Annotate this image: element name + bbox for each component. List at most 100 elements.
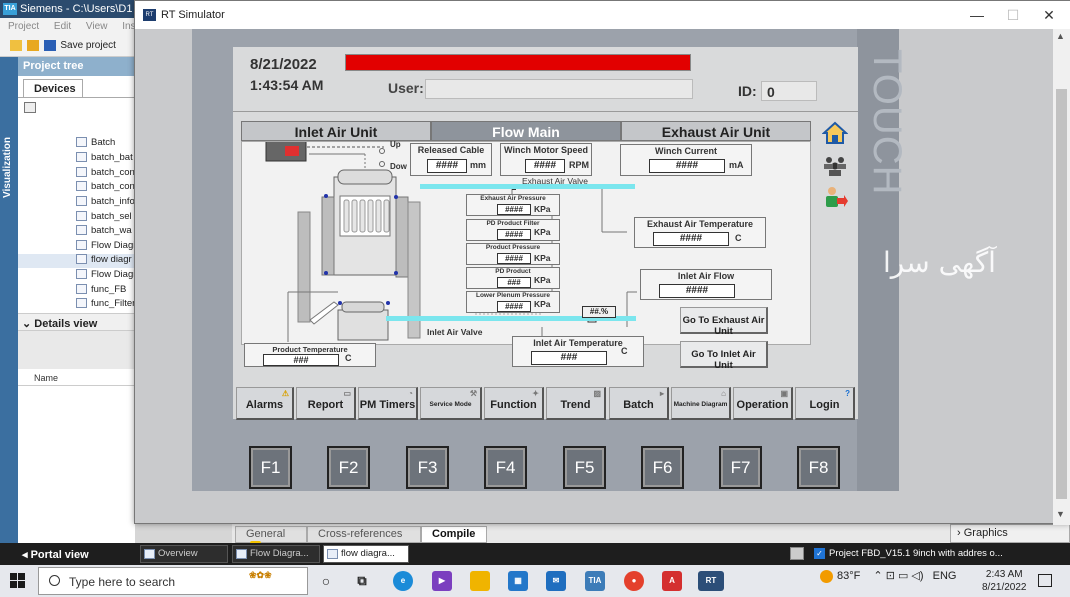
taskbar-search-input[interactable]: Type here to search ❀✿❀ bbox=[38, 567, 308, 595]
tab-flow-main[interactable]: Flow Main bbox=[431, 121, 621, 141]
tab-cross-references[interactable]: Cross-references bbox=[307, 526, 421, 543]
tree-item[interactable]: batch_con bbox=[76, 167, 135, 181]
tab-exhaust-air-unit[interactable]: Exhaust Air Unit bbox=[621, 121, 811, 141]
tab-inlet-air-unit[interactable]: Inlet Air Unit bbox=[241, 121, 431, 141]
devices-tab[interactable]: Devices bbox=[23, 79, 83, 98]
tree-item[interactable]: batch_con bbox=[76, 181, 135, 195]
cortana-icon[interactable]: ○ bbox=[316, 571, 336, 591]
operation-button[interactable]: Operation ▣ bbox=[733, 387, 793, 420]
tree-item[interactable]: batch_wa bbox=[76, 225, 132, 239]
f1-key[interactable]: F1 bbox=[249, 446, 292, 489]
tree-item-selected[interactable]: flow diagr bbox=[18, 254, 135, 268]
user-logout-icon[interactable] bbox=[822, 185, 848, 209]
minimize-button[interactable]: — bbox=[967, 7, 987, 23]
file-explorer-icon[interactable] bbox=[470, 571, 490, 591]
exhaust-air-temperature-value: #### bbox=[653, 232, 729, 246]
visual-studio-icon[interactable]: ▶ bbox=[432, 571, 452, 591]
alarm-status-bar[interactable] bbox=[345, 54, 691, 71]
task-view-icon[interactable]: ⧉ bbox=[352, 571, 372, 591]
chrome-icon[interactable]: ● bbox=[624, 571, 644, 591]
f5-key[interactable]: F5 bbox=[563, 446, 606, 489]
menu-project[interactable]: Project bbox=[8, 21, 39, 32]
process-diagram: Exhaust Air Valve Inlet Air Valve Up Dow… bbox=[241, 140, 811, 371]
function-button[interactable]: Function ✦ bbox=[484, 387, 544, 420]
go-to-exhaust-air-unit-button[interactable]: Go To Exhaust Air Unit bbox=[680, 307, 768, 337]
close-button[interactable]: ✕ bbox=[1039, 7, 1059, 24]
screen-icon bbox=[76, 211, 87, 222]
temperature[interactable]: 83°F bbox=[837, 570, 860, 582]
windows-taskbar: Type here to search ❀✿❀ ○ ⧉ e ▶ ▦ ✉ TIA … bbox=[0, 565, 1070, 597]
compile-status-icon bbox=[790, 547, 804, 560]
scroll-down-icon[interactable]: ▼ bbox=[1056, 509, 1065, 519]
tab-general[interactable]: Generali bbox=[235, 526, 307, 552]
trend-button[interactable]: Trend ▨ bbox=[546, 387, 606, 420]
up-label: Up bbox=[390, 140, 401, 149]
tia-portal-icon[interactable]: TIA bbox=[585, 571, 605, 591]
f7-key[interactable]: F7 bbox=[719, 446, 762, 489]
task-flow-diagram-1[interactable]: Flow Diagra... bbox=[232, 545, 320, 563]
tree-item[interactable]: batch_bat bbox=[76, 152, 133, 166]
clock[interactable]: 2:43 AM 8/21/2022 bbox=[982, 568, 1027, 594]
tree-item[interactable]: Flow Diagi bbox=[76, 269, 135, 283]
menu-edit[interactable]: Edit bbox=[54, 21, 71, 32]
down-label: Dow bbox=[390, 162, 407, 171]
name-column-header[interactable]: Name bbox=[18, 372, 135, 386]
tree-item[interactable]: batch_sel bbox=[76, 211, 132, 225]
f8-key[interactable]: F8 bbox=[797, 446, 840, 489]
f2-key[interactable]: F2 bbox=[327, 446, 370, 489]
login-button[interactable]: Login? bbox=[795, 387, 855, 420]
tree-item[interactable]: Flow Diagi bbox=[76, 240, 135, 254]
machine-diagram-button[interactable]: Machine Diagram ⌂ bbox=[671, 387, 731, 420]
pm-timers-button[interactable]: PM Timers ◔ bbox=[358, 387, 418, 420]
scroll-up-icon[interactable]: ▲ bbox=[1056, 31, 1065, 41]
home-icon[interactable] bbox=[821, 121, 849, 145]
tree-item[interactable]: batch_info bbox=[76, 196, 135, 210]
released-cable-box: Released Cable #### mm bbox=[410, 143, 492, 176]
rt-title-bar[interactable]: RT RT Simulator — ☐ ✕ bbox=[135, 1, 1070, 29]
f3-key[interactable]: F3 bbox=[406, 446, 449, 489]
product-pressure-box: Product Pressure #### KPa bbox=[466, 243, 560, 265]
scroll-thumb[interactable] bbox=[1056, 89, 1067, 499]
tree-view-icon[interactable] bbox=[24, 102, 36, 113]
save-project-button[interactable]: Save project bbox=[60, 40, 116, 51]
machine-icon: ⌂ bbox=[721, 389, 726, 398]
edge-icon[interactable]: e bbox=[393, 571, 413, 591]
open-folder-icon[interactable] bbox=[26, 40, 39, 51]
f4-key[interactable]: F4 bbox=[484, 446, 527, 489]
vertical-scrollbar[interactable]: ▲ ▼ bbox=[1053, 29, 1070, 525]
report-button[interactable]: Report ▭ bbox=[296, 387, 356, 420]
notification-icon[interactable] bbox=[1038, 574, 1052, 587]
id-label: ID: bbox=[738, 83, 757, 99]
tree-item[interactable]: func_FB bbox=[76, 284, 126, 298]
menu-view[interactable]: View bbox=[86, 21, 108, 32]
language-indicator[interactable]: ENG bbox=[933, 570, 957, 582]
acrobat-icon[interactable]: A bbox=[662, 571, 682, 591]
users-group-icon[interactable] bbox=[822, 153, 848, 177]
details-view-header[interactable]: ⌄ Details view bbox=[18, 313, 135, 331]
inlet-air-valve-label: Inlet Air Valve bbox=[427, 327, 483, 337]
graphics-panel-tab[interactable]: › Graphics bbox=[950, 524, 1070, 543]
task-flow-diagram-2[interactable]: flow diagra... bbox=[323, 545, 409, 563]
save-icon[interactable] bbox=[43, 40, 56, 51]
f6-key[interactable]: F6 bbox=[641, 446, 684, 489]
arrow-left-icon: ◂ bbox=[22, 549, 31, 561]
windows-start-icon[interactable] bbox=[10, 573, 26, 589]
visualization-side-tab[interactable]: Visualization bbox=[0, 57, 18, 543]
tree-item[interactable]: Batch bbox=[76, 137, 115, 151]
tab-compile[interactable]: Compile bbox=[421, 526, 487, 543]
clock-date: 8/21/2022 bbox=[982, 582, 1027, 593]
batch-button[interactable]: Batch ▸ bbox=[609, 387, 669, 420]
tree-item[interactable]: func_Filter bbox=[76, 298, 135, 312]
mail-icon[interactable]: ✉ bbox=[546, 571, 566, 591]
store-icon[interactable]: ▦ bbox=[508, 571, 528, 591]
task-overview[interactable]: Overview bbox=[140, 545, 228, 563]
alarms-button[interactable]: Alarms ⚠ bbox=[236, 387, 294, 420]
new-icon[interactable] bbox=[10, 40, 22, 51]
maximize-button[interactable]: ☐ bbox=[1003, 7, 1023, 24]
portal-view-button[interactable]: ◂ Portal view bbox=[22, 548, 89, 561]
tray-icons[interactable]: ⌃ ⊡ ▭ ◁) bbox=[873, 570, 923, 582]
winch-motor-speed-box: Winch Motor Speed #### RPM bbox=[500, 143, 592, 176]
go-to-inlet-air-unit-button[interactable]: Go To Inlet Air Unit bbox=[680, 341, 768, 371]
service-mode-button[interactable]: Service Mode ⚒ bbox=[420, 387, 482, 420]
wincc-rt-icon[interactable]: RT bbox=[698, 571, 724, 591]
